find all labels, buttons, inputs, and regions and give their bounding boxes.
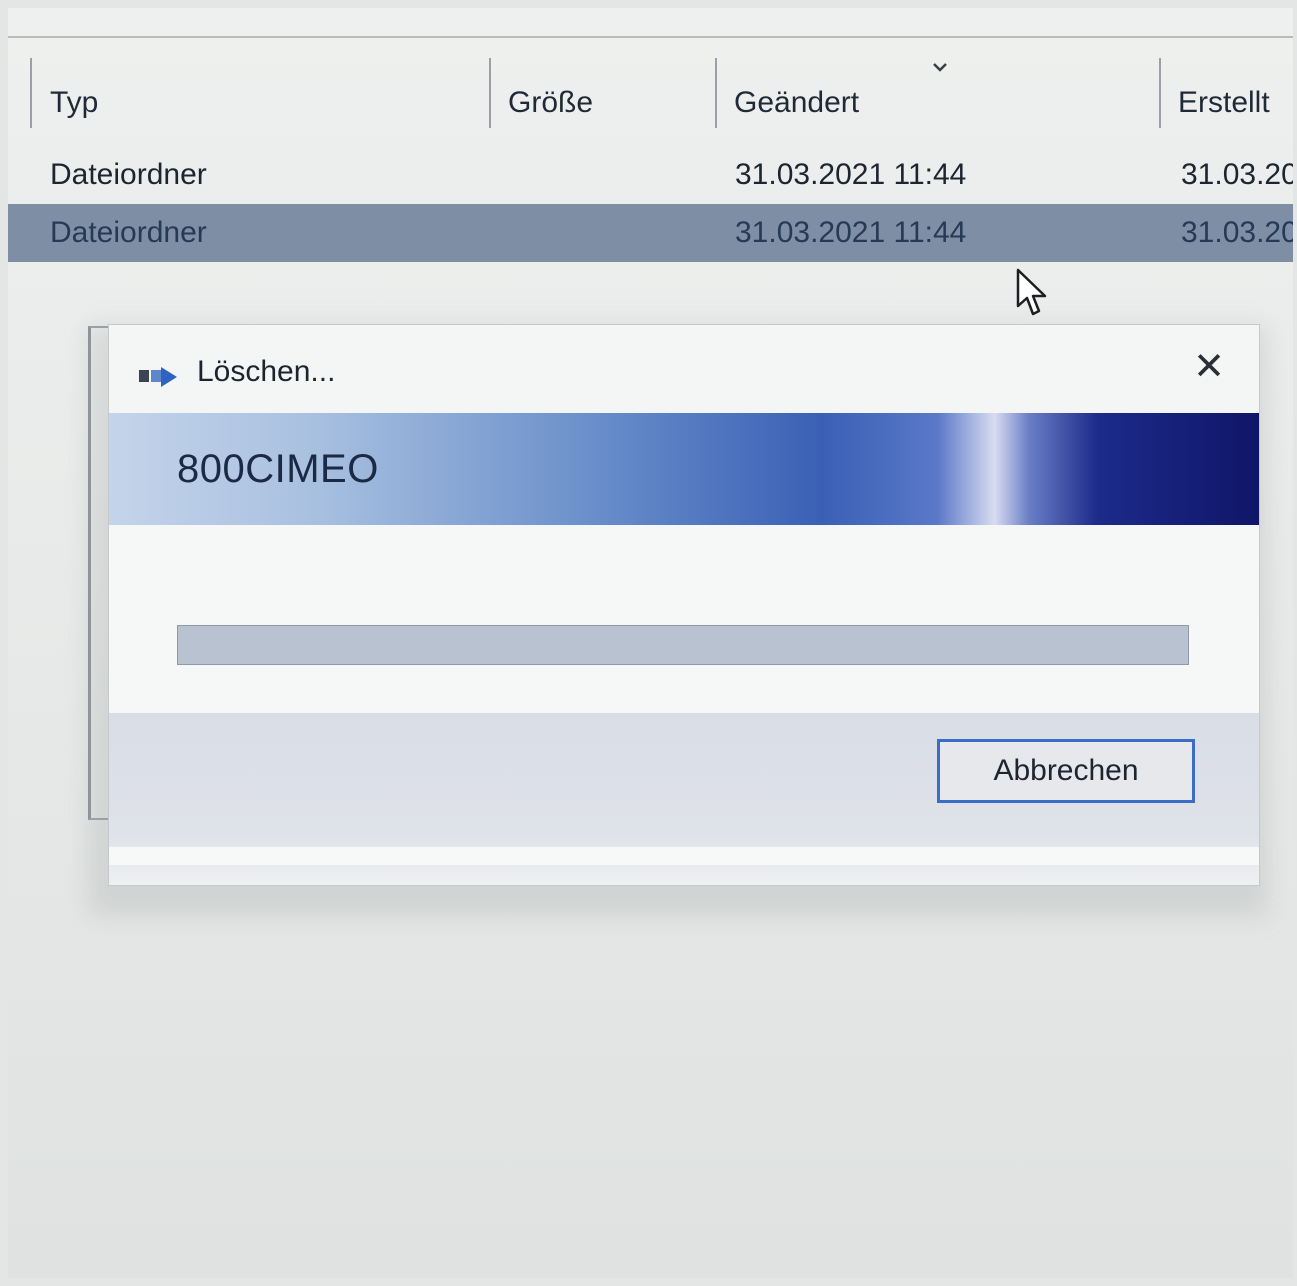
cell-modified: 31.03.2021 11:44 bbox=[735, 216, 967, 249]
column-separator[interactable] bbox=[30, 58, 32, 128]
dialog-content bbox=[109, 525, 1259, 713]
explorer-window: Typ Größe Geändert Erstellt Dateiordner … bbox=[8, 8, 1293, 1278]
delete-progress-dialog: Löschen... ✕ 800CIMEO Abbrechen bbox=[108, 324, 1260, 886]
dialog-banner: 800CIMEO bbox=[109, 413, 1259, 525]
dialog-title-bar[interactable]: Löschen... ✕ bbox=[109, 325, 1259, 413]
column-separator[interactable] bbox=[489, 58, 491, 128]
cell-type: Dateiordner bbox=[50, 158, 207, 191]
table-row[interactable]: Dateiordner 31.03.2021 11:44 31.03.20 bbox=[8, 146, 1293, 204]
column-header-modified[interactable]: Geändert bbox=[734, 68, 859, 138]
cancel-button[interactable]: Abbrechen bbox=[937, 739, 1195, 803]
column-separator[interactable] bbox=[1159, 58, 1161, 128]
table-row-selected[interactable]: Dateiordner 31.03.2021 11:44 31.03.20 bbox=[8, 204, 1293, 262]
cell-created: 31.03.20 bbox=[1181, 158, 1293, 191]
dialog-footer: Abbrechen bbox=[109, 713, 1259, 885]
cell-type: Dateiordner bbox=[50, 216, 207, 249]
dialog-title: Löschen... bbox=[197, 355, 336, 388]
cell-modified: 31.03.2021 11:44 bbox=[735, 158, 967, 191]
close-icon[interactable]: ✕ bbox=[1187, 345, 1231, 389]
column-separator[interactable] bbox=[715, 58, 717, 128]
column-header-type[interactable]: Typ bbox=[50, 68, 98, 138]
chevron-down-icon bbox=[933, 63, 947, 72]
current-item-name: 800CIMEO bbox=[177, 447, 379, 491]
cell-created: 31.03.20 bbox=[1181, 216, 1293, 249]
column-header-size[interactable]: Größe bbox=[508, 68, 593, 138]
toolbar-divider bbox=[8, 36, 1293, 38]
mouse-pointer-icon bbox=[1016, 268, 1047, 316]
column-header-created[interactable]: Erstellt bbox=[1178, 68, 1270, 138]
delete-move-icon bbox=[139, 367, 177, 387]
footer-band bbox=[109, 847, 1259, 865]
progress-bar bbox=[177, 625, 1189, 665]
